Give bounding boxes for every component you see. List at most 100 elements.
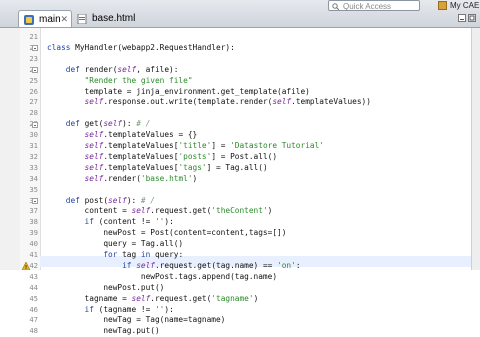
vertical-scrollbar[interactable] xyxy=(471,28,480,270)
code-line[interactable]: content = self.request.get('theContent') xyxy=(47,206,273,217)
code-line[interactable]: template = jinja_environment.get_templat… xyxy=(47,87,310,98)
minimize-icon[interactable] xyxy=(458,14,466,22)
close-icon[interactable]: ✕ xyxy=(60,11,68,28)
line-number: 28 xyxy=(29,108,38,118)
code-token: self xyxy=(47,97,104,107)
code-line[interactable]: newPost = Post(content=content,tags=[]) xyxy=(47,228,286,239)
code-token: self xyxy=(47,141,104,150)
code-token: newPost.put() xyxy=(47,282,165,292)
code-token: 'tags' xyxy=(178,162,207,172)
code-token: self xyxy=(131,293,151,303)
tab-main[interactable]: main ✕ xyxy=(18,10,72,27)
code-line[interactable]: self.templateValues = {} xyxy=(47,130,198,141)
code-token: ): xyxy=(164,304,174,314)
line-number: 31 xyxy=(29,141,38,150)
editor-tab-bar: main ✕ base.html Quick Access My CAE xyxy=(0,0,480,28)
code-token: (webapp2.RequestHandler): xyxy=(117,42,235,52)
code-line[interactable]: newPost.tags.append(tag.name) xyxy=(47,272,277,283)
fold-toggle-icon[interactable] xyxy=(32,121,38,128)
code-token: def xyxy=(47,119,85,129)
perspective-label: My CAE xyxy=(450,1,480,10)
warning-icon[interactable] xyxy=(22,262,30,271)
line-number: 25 xyxy=(29,75,38,85)
window-controls xyxy=(456,12,478,24)
code-token: self xyxy=(108,195,127,205)
line-number: 21 xyxy=(29,32,38,41)
code-token: .templateValues = {} xyxy=(103,130,198,140)
code-line[interactable]: newTag = Tag(name=tagname) xyxy=(47,315,225,326)
fold-toggle-icon[interactable] xyxy=(32,45,38,52)
line-number: 44 xyxy=(29,282,38,292)
line-number: 32 xyxy=(29,151,38,161)
code-token: ): xyxy=(122,119,132,129)
code-token: self xyxy=(47,162,104,172)
code-token: self xyxy=(117,64,137,74)
code-token: "Render the given file" xyxy=(47,75,193,85)
code-line[interactable]: if self.request.get(tag.name) == 'on': xyxy=(47,260,300,272)
code-line[interactable]: newTag.put() xyxy=(47,326,159,337)
code-line[interactable]: self.render('base.html') xyxy=(47,173,198,185)
tab-base-html[interactable]: base.html xyxy=(72,10,142,27)
code-token: self xyxy=(272,97,292,107)
line-number: 45 xyxy=(29,293,38,303)
code-token: .templateValues[ xyxy=(103,151,179,161)
code-token: if xyxy=(47,304,99,314)
code-line[interactable]: self.templateValues['title'] = 'Datastor… xyxy=(47,141,324,152)
code-token: ): xyxy=(126,195,137,205)
tab-label: base.html xyxy=(92,13,136,24)
code-token: 'on' xyxy=(277,260,296,270)
code-token: ] = xyxy=(211,141,231,150)
code-line[interactable]: "Render the given file" xyxy=(47,76,193,87)
fold-toggle-icon[interactable] xyxy=(32,67,38,74)
maximize-icon[interactable] xyxy=(468,14,476,22)
code-line[interactable]: newPost.put() xyxy=(47,283,164,294)
line-number: 47 xyxy=(29,315,38,325)
code-line[interactable]: self.templateValues['tags'] = Tag.all() xyxy=(47,163,268,174)
code-token: newPost.tags.append(tag.name) xyxy=(47,271,278,281)
quick-access-placeholder: Quick Access xyxy=(343,2,392,11)
code-line[interactable]: def post(self): # / xyxy=(47,196,155,207)
line-number: 46 xyxy=(29,304,38,314)
code-token: 'posts' xyxy=(178,151,212,161)
code-line[interactable]: if (content != ''): xyxy=(47,217,174,228)
code-token: 'base.html' xyxy=(140,173,193,183)
code-line[interactable]: tagname = self.request.get('tagname') xyxy=(47,293,259,305)
code-token: content = xyxy=(47,206,132,216)
code-token: ] = Tag.all() xyxy=(206,162,268,172)
code-token: .templateValues[ xyxy=(103,141,179,150)
code-token: template = jinja_environment.get_templat… xyxy=(47,86,310,96)
html-file-icon xyxy=(77,14,87,24)
code-token: MyHandler xyxy=(75,42,118,52)
code-token: def xyxy=(47,64,85,74)
line-number: 40 xyxy=(29,239,38,249)
code-line[interactable]: class MyHandler(webapp2.RequestHandler): xyxy=(47,43,235,54)
line-number: 33 xyxy=(29,162,38,172)
perspective-icon xyxy=(438,1,447,10)
editor-left-margin xyxy=(0,28,20,270)
line-number: 37 xyxy=(29,206,38,216)
code-line[interactable]: self.response.out.write(template.render(… xyxy=(47,97,371,108)
code-line[interactable]: query = Tag.all() xyxy=(47,239,183,250)
code-line[interactable]: if (tagname != ''): xyxy=(47,305,174,316)
line-number: 43 xyxy=(29,271,38,281)
code-line[interactable]: def get(self): # / xyxy=(47,119,151,130)
code-token: self xyxy=(47,130,104,140)
code-token: self xyxy=(103,119,123,129)
fold-toggle-icon[interactable] xyxy=(32,198,38,204)
perspective-button[interactable]: My CAE xyxy=(438,0,479,11)
code-line[interactable]: for tag in query: xyxy=(47,250,183,261)
code-token: .request.get(tag.name) == xyxy=(154,260,278,270)
code-token: def xyxy=(47,195,85,205)
code-token: if xyxy=(47,217,99,227)
code-token: post( xyxy=(84,195,109,205)
code-token: ): xyxy=(164,217,174,227)
code-line[interactable]: def render(self, afile): xyxy=(47,64,179,76)
code-line[interactable]: self.templateValues['posts'] = Post.all(… xyxy=(47,152,277,163)
code-token: 'title' xyxy=(178,141,212,150)
code-token: 'theContent' xyxy=(211,206,268,216)
code-token: , afile): xyxy=(136,64,179,74)
line-number: 35 xyxy=(29,184,38,194)
quick-access-field[interactable]: Quick Access xyxy=(328,0,420,11)
code-token: ] = Post.all() xyxy=(211,151,278,161)
code-editor[interactable]: 2122class MyHandler(webapp2.RequestHandl… xyxy=(0,28,480,335)
